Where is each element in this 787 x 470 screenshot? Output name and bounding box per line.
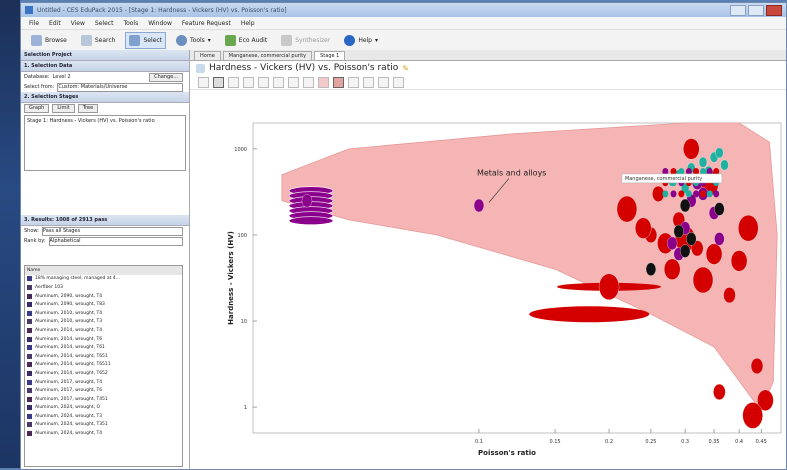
tooltip-text: Manganese, commercial purity [625,176,702,182]
data-point[interactable] [616,195,638,223]
y-tick-label: 10 [241,319,247,325]
purple-bubble [288,216,334,226]
cluster-point [678,190,685,198]
x-tick-label: 0.45 [756,439,767,445]
data-point[interactable] [730,250,748,272]
data-point[interactable] [679,244,691,258]
desktop-background [0,0,20,468]
x-tick-label: 0.35 [708,439,719,445]
y-tick-label: 1 [244,405,247,411]
cluster-point [700,190,707,198]
cluster-point [713,190,720,198]
cluster-point [706,190,713,198]
x-tick-label: 0.3 [681,439,689,445]
data-point[interactable] [686,232,697,246]
y-axis-label: Hardness - Vickers (HV) [227,231,235,325]
data-point[interactable] [742,402,763,429]
data-point[interactable] [598,273,620,300]
data-point[interactable] [698,156,708,168]
cluster-point [670,190,677,198]
x-tick-label: 0.4 [735,439,743,445]
data-point[interactable] [715,147,724,159]
data-point[interactable] [692,266,714,294]
data-point[interactable] [635,217,652,239]
chart-svg[interactable]: 1 10 100 1000 0.1 0.15 0.2 0.25 0.3 0.35 0.4 0.45 Me… [21,3,786,469]
data-point[interactable] [645,262,657,276]
data-point[interactable] [683,138,700,160]
y-tick-label: 100 [237,233,247,239]
metals-annotation: Metals and alloys [477,168,547,177]
data-point[interactable] [667,236,678,250]
data-point[interactable] [738,215,759,242]
data-point[interactable] [301,194,313,208]
data-point[interactable] [720,159,729,171]
data-point[interactable] [473,198,485,213]
x-tick-label: 0.2 [605,439,613,445]
x-axis-label: Poisson's ratio [478,449,536,457]
x-tick-label: 0.25 [645,439,656,445]
data-point[interactable] [679,198,691,213]
x-tick-label: 0.15 [549,439,560,445]
data-point[interactable] [713,383,726,400]
data-point[interactable] [714,232,725,246]
x-tick-label: 0.1 [475,439,483,445]
data-point[interactable] [705,243,723,265]
y-tick-label: 1000 [234,147,247,153]
data-point[interactable] [723,287,736,304]
data-point[interactable] [664,258,681,280]
red-bubble [529,306,650,323]
cluster-point [685,190,692,198]
cluster-point [693,190,700,198]
app-window: Untitled - CES EduPack 2015 - [Stage 1: … [20,2,787,470]
data-point[interactable] [673,224,684,239]
cluster-point [662,190,669,198]
data-point[interactable] [714,202,725,216]
data-point[interactable] [750,358,764,374]
